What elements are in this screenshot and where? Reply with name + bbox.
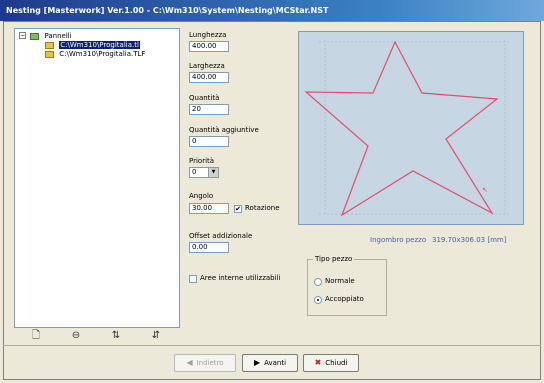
avanti-button[interactable]: ▶ Avanti xyxy=(242,354,298,372)
ingombro-value: 319.70x306.03 [mm] xyxy=(432,236,507,244)
tree-item[interactable]: C:\Wm310\Progitalia.tl xyxy=(45,41,140,50)
remove-icon[interactable]: ⇵ xyxy=(146,328,166,344)
angolo-input[interactable]: 30.00 xyxy=(189,203,229,214)
window-title: Nesting [Masterwork] Ver.1.00 - C:\Wm310… xyxy=(6,6,329,15)
avanti-label: Avanti xyxy=(264,359,287,367)
tree-toolbar: 🗋 ⊖ ⇅ ⇵ xyxy=(14,328,180,346)
forward-icon: ▶ xyxy=(253,358,261,367)
file-icon xyxy=(45,51,54,58)
tree-panel[interactable]: − Pannelli C:\Wm310\Progitalia.tl C:\Wm3… xyxy=(14,28,180,328)
open-icon[interactable]: ⊖ xyxy=(66,328,86,344)
rotazione-checkbox[interactable]: ✔ xyxy=(234,205,242,213)
accoppiato-radio[interactable] xyxy=(314,296,322,304)
folder-icon xyxy=(30,33,40,40)
lunghezza-label: Lunghezza xyxy=(189,31,227,39)
star-outline xyxy=(304,40,499,217)
indietro-label: Indietro xyxy=(196,359,224,367)
lunghezza-input[interactable]: 400.00 xyxy=(189,41,229,52)
aree-interne-checkbox[interactable] xyxy=(189,275,197,283)
normale-label: Normale xyxy=(325,277,355,285)
chevron-down-icon[interactable]: ▼ xyxy=(208,168,218,177)
tree-item-label: C:\Wm310\Progitalia.TLF xyxy=(59,50,146,58)
chiudi-label: Chiudi xyxy=(325,359,348,367)
ingombro-label: Ingombro pezzo xyxy=(370,236,427,244)
tree-root-label: Pannelli xyxy=(44,32,72,40)
indietro-button[interactable]: ◀ Indietro xyxy=(174,354,236,372)
quantita-input[interactable]: 20 xyxy=(189,104,229,115)
tree-item[interactable]: C:\Wm310\Progitalia.TLF xyxy=(45,50,145,59)
offset-input[interactable]: 0.00 xyxy=(189,242,229,253)
tipo-pezzo-group xyxy=(307,259,387,316)
quantita-label: Quantità xyxy=(189,94,220,102)
add-icon[interactable]: ⇅ xyxy=(106,328,126,344)
collapse-icon[interactable]: − xyxy=(19,32,26,39)
quantita-aggiuntive-input[interactable]: 0 xyxy=(189,136,229,147)
rotazione-label: Rotazione xyxy=(245,204,280,212)
quantita-aggiuntive-label: Quantità aggiuntive xyxy=(189,126,259,134)
tree-root[interactable]: − Pannelli xyxy=(19,32,72,41)
shape-preview: ↖ xyxy=(298,31,524,225)
aree-interne-label: Aree interne utilizzabili xyxy=(200,274,281,282)
normale-radio[interactable] xyxy=(314,278,322,286)
svg-text:↖: ↖ xyxy=(482,186,488,194)
offset-label: Offset addizionale xyxy=(189,232,253,240)
priorita-label: Priorità xyxy=(189,157,215,165)
chiudi-button[interactable]: ✖ Chiudi xyxy=(303,354,359,372)
larghezza-label: Larghezza xyxy=(189,62,225,70)
new-icon[interactable]: 🗋 xyxy=(26,328,46,344)
title-bar: Nesting [Masterwork] Ver.1.00 - C:\Wm310… xyxy=(0,0,544,21)
angolo-label: Angolo xyxy=(189,192,214,200)
file-icon xyxy=(45,42,54,49)
priorita-value: 0 xyxy=(192,168,197,176)
priorita-select[interactable]: 0 ▼ xyxy=(189,167,219,178)
tree-item-label: C:\Wm310\Progitalia.tl xyxy=(59,41,140,49)
close-icon: ✖ xyxy=(314,358,322,367)
star-shape: ↖ xyxy=(304,40,511,217)
accoppiato-label: Accoppiato xyxy=(325,295,364,303)
tipo-pezzo-title: Tipo pezzo xyxy=(313,255,355,263)
larghezza-input[interactable]: 400.00 xyxy=(189,72,229,83)
back-icon: ◀ xyxy=(186,358,193,367)
